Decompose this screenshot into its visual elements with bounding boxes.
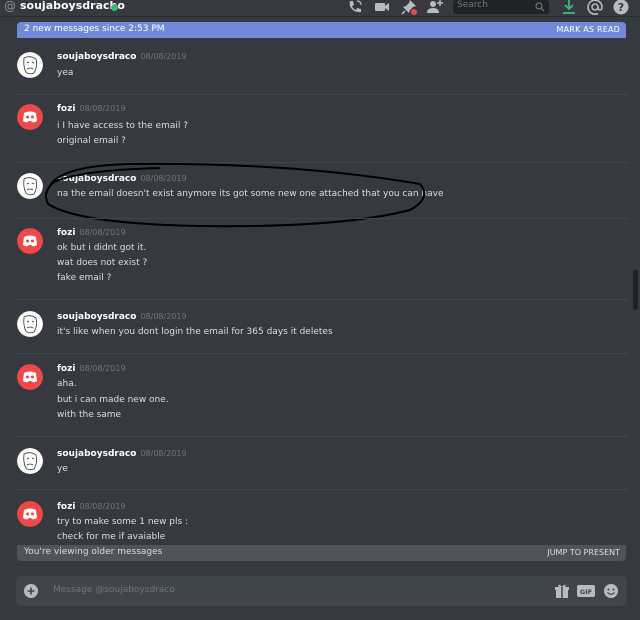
message-divider [16, 218, 628, 219]
jump-to-present-button[interactable]: JUMP TO PRESENT [547, 548, 620, 557]
download-icon[interactable] [560, 0, 578, 16]
message-divider [16, 353, 628, 354]
message-text: yea [57, 68, 74, 78]
message-timestamp: 08/08/2019 [140, 312, 187, 321]
message-timestamp: 08/08/2019 [79, 502, 126, 511]
message-text: aha. [57, 379, 77, 389]
message-divider [16, 436, 628, 437]
dm-at-symbol: @ [4, 0, 16, 13]
phone-call-icon[interactable] [346, 0, 364, 16]
emoji-icon[interactable] [603, 583, 619, 599]
search-placeholder: Search [457, 0, 488, 10]
channel-header: @ soujaboysdracho Search ? [0, 0, 640, 17]
pin-icon[interactable] [400, 0, 418, 16]
svg-text:GIF: GIF [580, 588, 592, 596]
message-divider [16, 489, 628, 490]
gif-icon[interactable]: GIF [577, 583, 595, 599]
message-text: with the same [57, 410, 122, 420]
rage-face-avatar[interactable] [17, 448, 43, 474]
add-attachment-icon[interactable] [24, 584, 38, 598]
search-input[interactable]: Search [453, 0, 549, 14]
message-text: it's like when you dont login the email … [57, 327, 333, 337]
message-timestamp: 08/08/2019 [140, 449, 187, 458]
svg-text:?: ? [618, 1, 624, 14]
message-author[interactable]: soujaboysdraco 08/08/2019 [57, 52, 187, 62]
rage-face-avatar[interactable] [17, 52, 43, 78]
message-timestamp: 08/08/2019 [79, 364, 126, 373]
message-text: wat does not exist ? [57, 258, 148, 268]
message-text: i I have access to the email ? [57, 121, 188, 131]
older-messages-bar[interactable]: You're viewing older messages JUMP TO PR… [17, 545, 626, 561]
message-text: but i can made new one. [57, 395, 169, 405]
hand-drawn-circle-annotation [45, 162, 426, 228]
add-user-icon[interactable] [426, 0, 444, 16]
rage-face-avatar[interactable] [17, 311, 43, 337]
dm-username[interactable]: soujaboysdracho [20, 0, 125, 12]
scrollbar-thumb[interactable] [633, 270, 638, 310]
message-timestamp: 08/08/2019 [79, 228, 126, 237]
message-input[interactable]: Message @soujaboysdraco [53, 585, 175, 595]
message-text: ok but i didnt got it. [57, 243, 147, 253]
message-author[interactable]: soujaboysdraco 08/08/2019 [57, 449, 187, 459]
message-divider [16, 299, 628, 300]
discord-logo-avatar[interactable] [17, 104, 43, 130]
new-messages-text: 2 new messages since 2:53 PM [24, 24, 165, 34]
older-messages-text: You're viewing older messages [24, 547, 163, 557]
search-icon [535, 2, 545, 12]
discord-logo-avatar[interactable] [17, 364, 43, 390]
message-divider [16, 94, 628, 95]
message-text: ye [57, 464, 68, 474]
message-author[interactable]: fozi 08/08/2019 [57, 228, 126, 238]
message-author[interactable]: fozi 08/08/2019 [57, 502, 126, 512]
message-author[interactable]: fozi 08/08/2019 [57, 364, 126, 374]
message-text: fake email ? [57, 273, 112, 283]
discord-logo-avatar[interactable] [17, 228, 43, 254]
message-author[interactable]: fozi 08/08/2019 [57, 104, 126, 114]
video-call-icon[interactable] [373, 0, 391, 16]
help-icon[interactable]: ? [612, 0, 630, 16]
message-timestamp: 08/08/2019 [140, 52, 187, 61]
message-text: check for me if avaiable [57, 532, 166, 542]
new-messages-banner[interactable]: 2 new messages since 2:53 PM MARK AS REA… [17, 22, 626, 38]
message-text: try to make some 1 new pls : [57, 517, 189, 527]
mark-as-read-button[interactable]: MARK AS READ [557, 25, 620, 34]
discord-logo-avatar[interactable] [17, 501, 43, 527]
message-timestamp: 08/08/2019 [79, 104, 126, 113]
message-text: original email ? [57, 136, 126, 146]
message-composer[interactable]: Message @soujaboysdraco GIF [16, 576, 627, 606]
online-status-dot [111, 4, 118, 11]
gift-icon[interactable] [554, 583, 570, 599]
mention-icon[interactable] [586, 0, 604, 16]
message-author[interactable]: soujaboysdraco 08/08/2019 [57, 312, 187, 322]
